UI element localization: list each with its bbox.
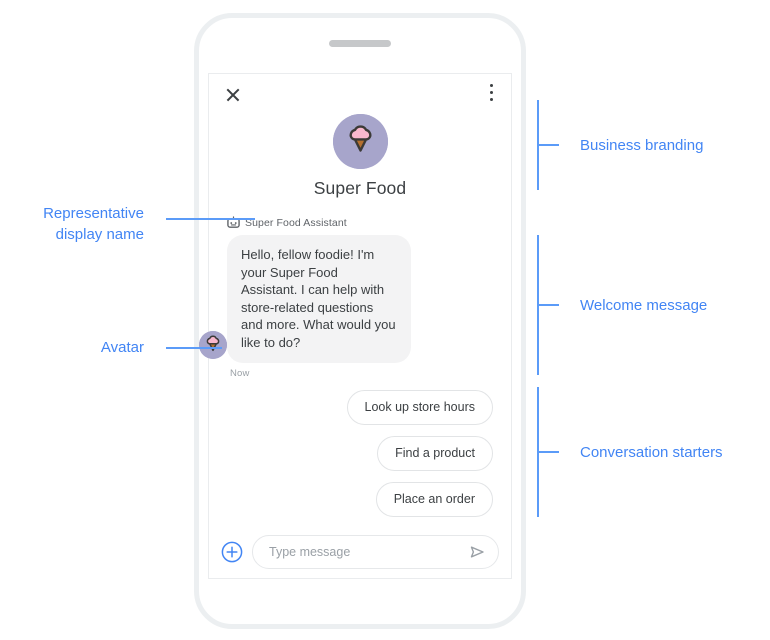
business-logo-icon [332,114,388,169]
conversation-starter-chip[interactable]: Find a product [377,436,493,471]
annotation-avatar: Avatar [100,339,144,356]
conversation-starter-chip[interactable]: Place an order [375,482,493,517]
business-name: Super Food [313,178,407,198]
representative-avatar [199,331,227,359]
annotation-tick-welcome-message [537,304,559,306]
business-branding: Super Food [209,114,511,199]
welcome-message-block: Hello, fellow foodie! I'm your Super Foo… [199,235,511,379]
message-composer [209,535,511,569]
phone-mockup: Super Food Super Food Assistant Hello, f… [194,13,526,629]
annotation-conversation-starters: Conversation starters [580,444,723,461]
representative-display-name: Super Food Assistant [245,216,347,229]
conversation-starter-chip[interactable]: Look up store hours [346,390,493,425]
annotation-connector-representative [166,218,255,220]
message-input[interactable] [267,544,467,560]
annotation-welcome-message: Welcome message [580,297,708,314]
annotation-tick-conversation-starters [537,451,559,453]
annotation-connector-avatar [166,347,222,349]
overflow-menu-icon[interactable] [490,84,494,104]
message-timestamp: Now [230,368,250,379]
annotation-representative-display-name: Representative display name [43,205,144,243]
chat-window-card: Super Food Super Food Assistant Hello, f… [199,73,512,579]
plus-circle-icon[interactable] [221,541,243,563]
message-input-wrapper[interactable] [252,535,499,569]
speaker-grille [329,40,391,47]
annotation-tick-business-branding [537,144,559,146]
chat-header [209,74,511,112]
send-arrow-icon[interactable] [467,542,487,562]
annotation-business-branding: Business branding [580,137,704,154]
close-icon[interactable] [224,86,242,104]
conversation-starters: Look up store hours Find a product Place… [209,390,511,517]
welcome-message-bubble: Hello, fellow foodie! I'm your Super Foo… [227,235,411,363]
